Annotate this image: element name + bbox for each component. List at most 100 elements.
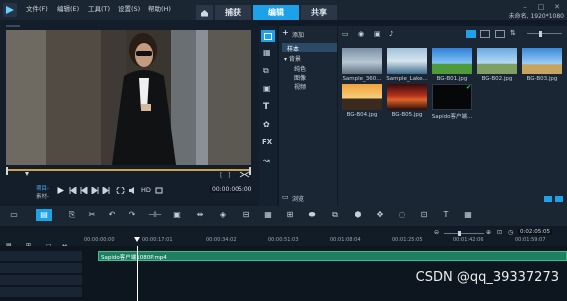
zoom-in-icon[interactable]: ⊕	[486, 229, 491, 236]
thumbnail-bg-b04[interactable]	[342, 84, 382, 110]
speed-icon[interactable]: ⊞	[284, 209, 296, 221]
redo-icon[interactable]: ↷	[126, 209, 138, 221]
media-icon[interactable]	[261, 30, 275, 42]
paste-icon[interactable]: ⎘	[66, 209, 78, 221]
tree-item-samples[interactable]: 样本	[282, 43, 337, 53]
options-icon[interactable]: ⇅	[510, 29, 516, 37]
thumbnail-sample-360[interactable]	[342, 48, 382, 74]
trim-icon[interactable]: ⊣⊢	[148, 209, 162, 221]
list-view-icon[interactable]	[466, 30, 476, 38]
subtitle-icon[interactable]: ▦	[262, 209, 274, 221]
previous-frame-icon[interactable]	[80, 187, 88, 194]
path-icon[interactable]: ↝	[263, 156, 270, 165]
filter-icon[interactable]: FX	[262, 138, 272, 146]
browse-icon[interactable]: ▭	[282, 193, 289, 201]
tree-item-solid-color[interactable]: 纯色	[294, 64, 306, 73]
thumbnail-caption: Sample_Lake...	[386, 76, 428, 82]
grid-icon[interactable]: ▦	[462, 209, 474, 221]
maximize-icon[interactable]: □	[535, 3, 547, 11]
mask-icon[interactable]: ⬬	[306, 209, 318, 221]
fit-timeline-icon[interactable]: ⊡	[497, 229, 502, 236]
menu-tools[interactable]: 工具(T)	[88, 4, 110, 14]
undo-icon[interactable]: ↶	[106, 209, 118, 221]
expand-icon[interactable]	[155, 187, 163, 194]
image-filter-icon[interactable]: ▣	[374, 30, 381, 38]
track-header-video[interactable]	[0, 251, 82, 261]
text-icon[interactable]: T	[263, 102, 269, 112]
scrubber-bar[interactable]	[6, 167, 251, 179]
clip-label: Sapido客户端1080P.mp4	[101, 255, 167, 261]
menu-edit[interactable]: 编辑(E)	[57, 4, 79, 14]
close-icon[interactable]: ✕	[551, 3, 563, 11]
tab-share[interactable]: 共享	[301, 5, 337, 20]
browse-button[interactable]: 浏览	[292, 194, 304, 203]
folder-icon[interactable]: ▭	[342, 30, 349, 38]
volume-icon[interactable]	[128, 187, 137, 194]
add-icon[interactable]: +	[282, 28, 289, 37]
graphics-icon[interactable]: ✿	[263, 120, 270, 129]
split-icon[interactable]	[239, 171, 250, 178]
add-folder-button[interactable]: 添加	[292, 30, 304, 39]
storyboard-view-icon[interactable]: ▭	[8, 209, 20, 221]
track-motion-icon[interactable]: ✥	[374, 209, 386, 221]
timeline-zoom-slider[interactable]	[444, 231, 484, 236]
project-mode-label[interactable]: 项目-	[36, 184, 49, 192]
fit-icon[interactable]: ⇹	[194, 209, 206, 221]
camera-icon[interactable]: ◉	[358, 30, 364, 38]
check-icon: ✔	[466, 84, 472, 91]
motion-icon[interactable]: ◈	[217, 209, 229, 221]
timeline-view-icon[interactable]: ▤	[36, 209, 52, 221]
audio-mix-icon[interactable]: ⊟	[240, 209, 252, 221]
thumbnail-sample-lake[interactable]	[387, 48, 427, 74]
ruler-tick: 00:00:51:03	[268, 237, 299, 243]
smart-icon[interactable]: ◌	[396, 209, 408, 221]
title-icon[interactable]: ▣	[263, 84, 271, 93]
track-header-voice[interactable]	[0, 287, 82, 297]
thumb-view-icon[interactable]	[480, 30, 490, 38]
thumbnail-bg-b03[interactable]	[522, 48, 562, 74]
repeat-icon[interactable]	[116, 187, 125, 194]
playhead-icon[interactable]	[134, 237, 140, 243]
transition-icon[interactable]: ⧉	[263, 66, 269, 76]
tree-item-background[interactable]: ▾ 背景	[284, 54, 301, 63]
zoom-display[interactable]: 5:00	[238, 186, 251, 193]
library-options-icon[interactable]	[544, 196, 552, 202]
audio-filter-icon[interactable]: ♪	[389, 30, 393, 38]
tab-home[interactable]	[196, 5, 213, 20]
ruler-tick: 00:00:17:01	[142, 237, 173, 243]
thumbnail-bg-b05[interactable]	[387, 84, 427, 110]
track-header-title[interactable]	[0, 275, 82, 285]
start-icon[interactable]	[69, 187, 77, 194]
tab-edit[interactable]: 编辑	[253, 5, 299, 20]
timeline-clip[interactable]: Sapido客户端1080P.mp4	[98, 251, 567, 261]
sort-icon[interactable]	[495, 30, 505, 38]
menu-help[interactable]: 帮助(H)	[148, 4, 171, 14]
minimize-icon[interactable]: –	[519, 3, 531, 11]
zoom-out-icon[interactable]: ⊖	[434, 229, 439, 236]
snapshot-icon[interactable]: ▣	[171, 209, 183, 221]
multicam-icon[interactable]: ⧉	[329, 209, 341, 221]
tree-item-image[interactable]: 图像	[294, 73, 306, 82]
clip-mode-label[interactable]: 素材-	[36, 192, 49, 200]
3d-icon[interactable]: ⬢	[352, 209, 364, 221]
thumbnail-bg-b01[interactable]	[432, 48, 472, 74]
menu-settings[interactable]: 设置(S)	[118, 4, 140, 14]
menu-file[interactable]: 文件(F)	[26, 4, 48, 14]
tree-item-video[interactable]: 视频	[294, 82, 306, 91]
tab-capture[interactable]: 捕获	[215, 5, 251, 20]
title-tool-icon[interactable]: T	[440, 209, 452, 221]
video-preview[interactable]	[6, 30, 251, 165]
end-icon[interactable]	[102, 187, 110, 194]
hd-toggle[interactable]: HD	[141, 186, 151, 194]
chapter-icon[interactable]: ⊡	[418, 209, 430, 221]
scissors-icon[interactable]: ✂	[86, 209, 98, 221]
mark-in-out-icon[interactable]: [ ]	[220, 172, 230, 179]
thumbnail-bg-b02[interactable]	[477, 48, 517, 74]
play-icon[interactable]	[56, 186, 65, 195]
track-header-overlay[interactable]	[0, 263, 82, 273]
instant-project-icon[interactable]: ▦	[263, 48, 271, 57]
thumb-size-slider[interactable]	[527, 31, 562, 37]
library-options-icon-2[interactable]	[555, 196, 563, 202]
timecode-display[interactable]: 00:00:00	[210, 186, 241, 193]
next-frame-icon[interactable]	[91, 187, 99, 194]
